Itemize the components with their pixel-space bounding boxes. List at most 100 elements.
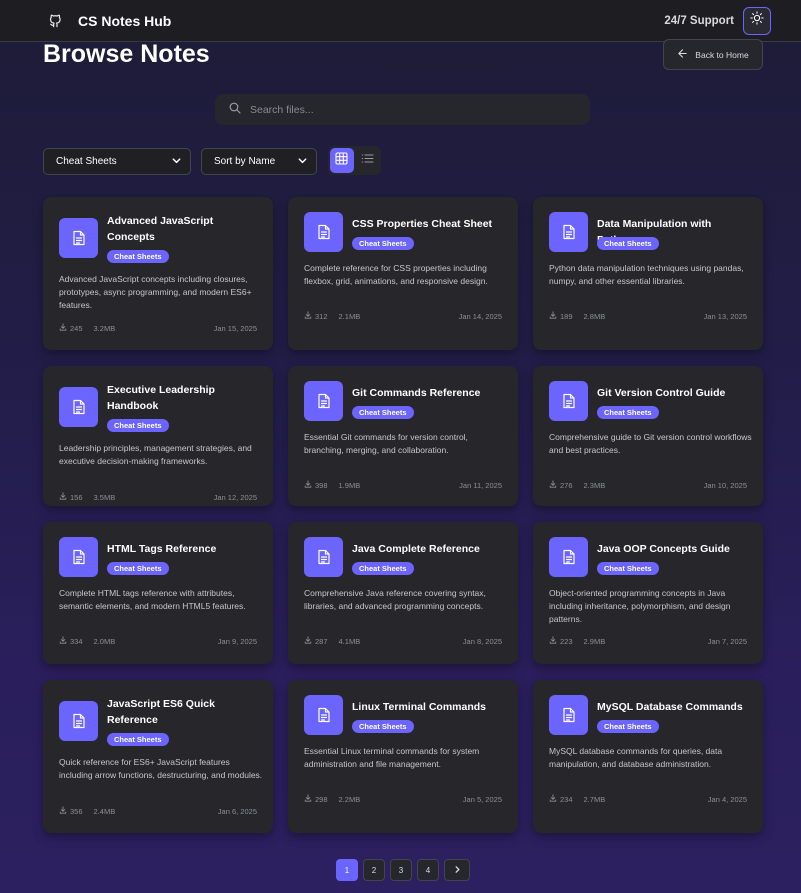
download-icon	[59, 492, 67, 502]
note-title: HTML Tags Reference	[107, 543, 217, 555]
document-icon	[549, 381, 588, 421]
category-badge: Cheat Sheets	[107, 250, 169, 263]
note-description: Essential Git commands for version contr…	[304, 432, 468, 455]
note-card[interactable]: Git Version Control Guide Cheat Sheets Com…	[533, 366, 763, 506]
note-title: Java Complete Reference	[352, 543, 480, 555]
note-date: Jan 10, 2025	[703, 480, 747, 490]
note-description: Object-oriented programming concepts in …	[549, 588, 731, 624]
download-count: 298	[315, 794, 328, 804]
theme-toggle-button[interactable]	[743, 6, 771, 35]
category-badge: Cheat Sheets	[597, 406, 659, 419]
brand[interactable]: CS Notes Hub	[46, 12, 171, 30]
page-title: Browse Notes	[43, 40, 210, 68]
note-description: Comprehensive guide to Git version contr…	[549, 432, 752, 455]
grid-view-button[interactable]	[330, 148, 354, 173]
note-date: Jan 13, 2025	[703, 311, 747, 321]
download-count: 287	[315, 636, 328, 646]
category-badge: Cheat Sheets	[107, 419, 169, 432]
document-icon	[304, 537, 343, 577]
download-icon	[549, 794, 557, 804]
grid-icon	[335, 151, 348, 170]
download-count: 276	[560, 480, 573, 490]
chevron-right-icon	[453, 865, 462, 876]
document-icon	[59, 701, 98, 741]
note-card[interactable]: Java Complete Reference Cheat Sheets Compr…	[288, 522, 518, 664]
list-view-button[interactable]	[356, 148, 380, 173]
note-card[interactable]: Executive Leadership Handbook Cheat Sheet…	[43, 366, 273, 506]
note-description: Comprehensive Java reference covering sy…	[304, 588, 486, 611]
file-size: 2.2MB	[338, 794, 361, 804]
note-card[interactable]: Java OOP Concepts Guide Cheat Sheets Objec…	[533, 522, 763, 664]
note-title: Git Commands Reference	[352, 387, 481, 399]
note-card[interactable]: HTML Tags Reference Cheat Sheets Complete …	[43, 522, 273, 664]
note-title: JavaScript ES6 Quick Reference	[107, 698, 215, 726]
file-size: 3.5MB	[93, 492, 116, 502]
note-card[interactable]: Linux Terminal Commands Cheat Sheets Essen…	[288, 680, 518, 833]
file-size: 2.7MB	[583, 794, 606, 804]
note-meta: 245 3.2MB Jan 15, 2025	[59, 323, 257, 333]
category-badge: Cheat Sheets	[597, 720, 659, 733]
note-description: MySQL database commands for queries, dat…	[549, 746, 723, 769]
view-toggle	[328, 146, 381, 175]
download-count: 223	[560, 636, 573, 646]
note-card[interactable]: Advanced JavaScript Concepts Cheat Sheets…	[43, 197, 273, 350]
note-date: Jan 4, 2025	[707, 794, 747, 804]
category-badge: Cheat Sheets	[597, 237, 659, 250]
note-date: Jan 5, 2025	[462, 794, 502, 804]
page-button-3[interactable]: 3	[390, 859, 412, 881]
download-icon	[549, 636, 557, 646]
note-date: Jan 15, 2025	[213, 323, 257, 333]
note-date: Jan 14, 2025	[458, 311, 502, 321]
category-badge: Cheat Sheets	[352, 237, 414, 250]
note-meta: 334 2.0MB Jan 9, 2025	[59, 636, 257, 646]
file-size: 2.1MB	[338, 311, 361, 321]
note-meta: 356 2.4MB Jan 6, 2025	[59, 806, 257, 816]
download-icon	[304, 794, 312, 804]
note-card[interactable]: MySQL Database Commands Cheat Sheets MySQL…	[533, 680, 763, 833]
search-input[interactable]	[250, 103, 570, 116]
back-to-home-button[interactable]: Back to Home	[663, 39, 763, 70]
category-select[interactable]: Cheat Sheets	[43, 148, 191, 175]
document-icon	[549, 537, 588, 577]
chevron-down-icon	[297, 155, 308, 169]
page-button-2[interactable]: 2	[363, 859, 385, 881]
download-count: 156	[70, 492, 83, 502]
note-card[interactable]: Data Manipulation with PythonCheat Sheet…	[533, 197, 763, 350]
download-icon	[59, 323, 67, 333]
note-description: Leadership principles, management strate…	[59, 443, 252, 466]
document-icon	[549, 212, 588, 252]
sort-select[interactable]: Sort by Name	[201, 148, 317, 175]
note-date: Jan 9, 2025	[217, 636, 257, 646]
download-icon	[549, 480, 557, 490]
note-title: Executive Leadership Handbook	[107, 384, 215, 412]
back-to-home-label: Back to Home	[695, 49, 749, 60]
note-meta: 234 2.7MB Jan 4, 2025	[549, 794, 747, 804]
page-button-4[interactable]: 4	[417, 859, 439, 881]
note-title: Git Version Control Guide	[597, 387, 726, 399]
note-card[interactable]: JavaScript ES6 Quick Reference Cheat Shee…	[43, 680, 273, 833]
file-size: 2.9MB	[583, 636, 606, 646]
chevron-down-icon	[171, 155, 182, 169]
note-card[interactable]: Git Commands Reference Cheat Sheets Essent…	[288, 366, 518, 506]
note-title: Linux Terminal Commands	[352, 701, 486, 713]
download-count: 234	[560, 794, 573, 804]
document-icon	[59, 537, 98, 577]
category-badge: Cheat Sheets	[352, 562, 414, 575]
page-button-1[interactable]: 1	[336, 859, 358, 881]
category-badge: Cheat Sheets	[107, 733, 169, 746]
top-navbar: CS Notes Hub 24/7 Support	[0, 0, 801, 42]
file-size: 2.3MB	[583, 480, 606, 490]
download-count: 398	[315, 480, 328, 490]
category-select-value: Cheat Sheets	[56, 156, 117, 167]
document-icon	[59, 218, 98, 258]
note-card[interactable]: CSS Properties Cheat Sheet Cheat Sheets Co…	[288, 197, 518, 350]
download-icon	[304, 636, 312, 646]
note-description: Complete reference for CSS properties in…	[304, 263, 488, 286]
note-meta: 398 1.9MB Jan 11, 2025	[304, 480, 502, 490]
sun-icon	[750, 11, 764, 30]
note-description: Complete HTML tags reference with attrib…	[59, 588, 246, 611]
note-date: Jan 6, 2025	[217, 806, 257, 816]
next-page-button[interactable]	[444, 859, 470, 881]
support-link[interactable]: 24/7 Support	[664, 15, 734, 27]
note-meta: 156 3.5MB Jan 12, 2025	[59, 492, 257, 502]
